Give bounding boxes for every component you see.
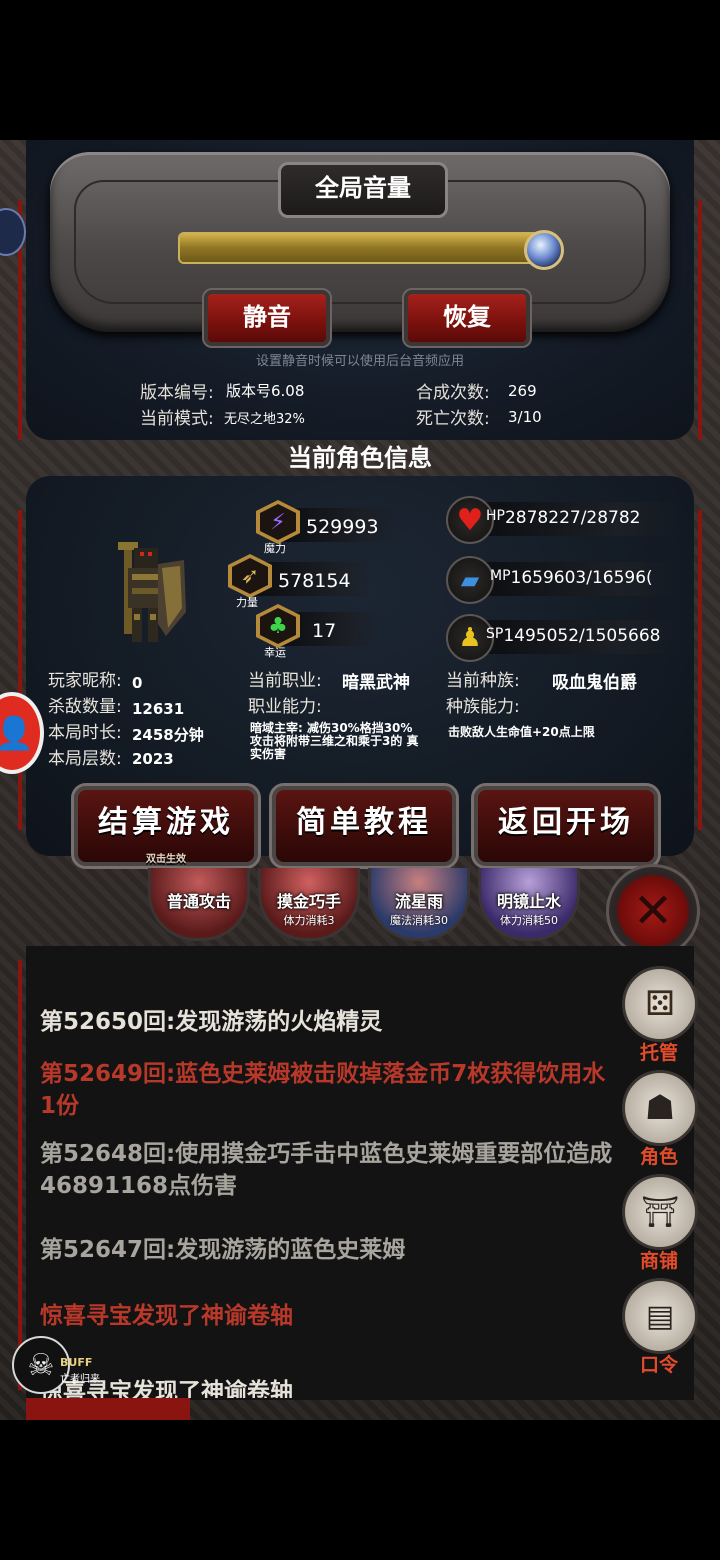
job-ability-label: 职业能力: <box>248 697 322 717</box>
settle-game-button[interactable]: 结算游戏 双击生效 <box>71 783 261 869</box>
user-icon: 👤 <box>0 714 34 752</box>
frame-accent-right-2 <box>698 510 702 830</box>
close-icon: ✕ <box>632 883 674 939</box>
scroll-book-icon: ▤ <box>622 1278 698 1354</box>
mp-stat: MP1659603/16596( <box>490 568 653 588</box>
nickname-label: 玩家昵称: <box>48 671 122 691</box>
hp-stat: HP2878227/28782 <box>486 508 641 528</box>
skill-cost: 体力消耗3 <box>283 914 335 927</box>
kills-label: 杀敌数量: <box>48 697 122 717</box>
log-entry: 第52648回:使用摸金巧手击中蓝色史莱姆重要部位造成46891168点伤害 <box>40 1141 613 1199</box>
restore-button[interactable]: 恢复 <box>402 288 532 348</box>
version-label: 版本编号: <box>140 383 214 403</box>
game-screen: 全局音量 静音 恢复 设置静音时候可以使用后台音频应用 版本编号: 版本号6.0… <box>0 140 720 1420</box>
skill-name: 普通攻击 <box>166 892 231 911</box>
buff-label: BUFF <box>60 1356 93 1369</box>
sp-label: SP <box>486 626 504 642</box>
frame-accent-left-2 <box>18 510 22 830</box>
race-ability-label: 种族能力: <box>446 697 520 717</box>
luck-caption: 幸运 <box>264 646 286 659</box>
sp-stat: SP1495052/1505668 <box>486 626 661 646</box>
shop-sign-icon: ⛩ <box>622 1174 698 1250</box>
death-count-value: 3/10 <box>508 408 542 426</box>
magic-value: 529993 <box>306 516 379 538</box>
floor-value: 2023 <box>132 750 174 768</box>
dice-icon: ⚄ <box>622 966 698 1042</box>
auto-button[interactable]: ⚄ 托管 <box>622 966 698 1065</box>
job-value: 暗黑武神 <box>342 673 410 693</box>
skill-cost: 体力消耗50 <box>500 914 558 927</box>
skill-cost: 魔法消耗30 <box>390 914 448 927</box>
character-title: 当前角色信息 <box>288 444 432 472</box>
role-button[interactable]: ☗ 角色 <box>622 1070 698 1169</box>
skull-icon: ☠ <box>27 1347 55 1383</box>
volume-title: 全局音量 <box>278 162 448 218</box>
role-label: 角色 <box>639 1146 678 1168</box>
nickname-value: 0 <box>132 674 143 692</box>
mute-hint: 设置静音时候可以使用后台音频应用 <box>255 354 464 369</box>
frame-accent-right <box>698 200 702 440</box>
race-ability-text: 击败敌人生命值+20点上限 <box>448 725 595 739</box>
settle-game-label: 结算游戏 <box>98 805 234 840</box>
synth-count-value: 269 <box>508 382 537 400</box>
mp-icon: ▰ <box>446 556 494 604</box>
skill-name: 摸金巧手 <box>276 892 341 911</box>
race-value: 吸血鬼伯爵 <box>552 673 637 693</box>
duration-value: 2458分钟 <box>132 726 204 744</box>
sp-value: 1495052/1505668 <box>503 626 661 646</box>
log-entry: 惊喜寻宝发现了神谕卷轴 <box>40 1303 293 1329</box>
log-entry: 惊喜寻宝发现了神谕卷轴 <box>40 1379 293 1398</box>
mode-label: 当前模式: <box>140 409 214 429</box>
skill-name: 明镜止水 <box>496 892 561 911</box>
close-button[interactable]: ✕ <box>606 864 700 958</box>
mp-label: MP <box>490 568 511 584</box>
volume-slider-knob[interactable] <box>524 230 564 270</box>
tutorial-button[interactable]: 简单教程 <box>269 783 459 869</box>
bottom-strip <box>26 1398 190 1420</box>
code-label: 口令 <box>639 1354 678 1376</box>
code-button[interactable]: ▤ 口令 <box>622 1278 698 1377</box>
character-sprite <box>118 542 186 642</box>
log-entry: 第52647回:发现游荡的蓝色史莱姆 <box>40 1237 406 1263</box>
luck-value: 17 <box>312 620 337 642</box>
version-value: 版本号6.08 <box>226 382 305 400</box>
power-caption: 力量 <box>236 596 258 609</box>
death-count-label: 死亡次数: <box>416 409 490 429</box>
job-ability-text: 暗域主宰: 减伤30%格挡30% 攻击将附带三维之和乘于3的 真实伤害 <box>250 721 419 761</box>
hooded-figure-icon: ☗ <box>622 1070 698 1146</box>
return-opening-button[interactable]: 返回开场 <box>471 783 661 869</box>
kills-value: 12631 <box>132 700 185 718</box>
mode-value: 无尽之地32% <box>224 412 305 427</box>
synth-count-label: 合成次数: <box>416 383 490 403</box>
power-value: 578154 <box>278 570 351 592</box>
skill-name: 流星雨 <box>394 892 443 911</box>
settle-game-sub: 双击生效 <box>146 854 186 865</box>
frame-accent-left-3 <box>18 960 22 1390</box>
shop-label: 商铺 <box>639 1250 678 1272</box>
volume-slider-fill <box>180 234 538 262</box>
volume-slider[interactable] <box>178 232 554 264</box>
shop-button[interactable]: ⛩ 商铺 <box>622 1174 698 1273</box>
buff-name: 亡者归来 <box>60 1374 100 1385</box>
race-label: 当前种族: <box>446 671 520 691</box>
floor-label: 本局层数: <box>48 749 122 769</box>
hp-value: 2878227/28782 <box>504 508 641 528</box>
auto-label: 托管 <box>639 1042 678 1064</box>
magic-caption: 魔力 <box>264 542 286 555</box>
duration-label: 本局时长: <box>48 723 122 743</box>
mp-value: 1659603/16596( <box>510 568 653 588</box>
log-entry: 第52650回:发现游荡的火焰精灵 <box>40 1009 383 1035</box>
hp-label: HP <box>486 508 505 524</box>
log-entry: 第52649回:蓝色史莱姆被击败掉落金币7枚获得饮用水1份 <box>40 1061 606 1119</box>
mute-button[interactable]: 静音 <box>202 288 332 348</box>
job-label: 当前职业: <box>248 671 322 691</box>
